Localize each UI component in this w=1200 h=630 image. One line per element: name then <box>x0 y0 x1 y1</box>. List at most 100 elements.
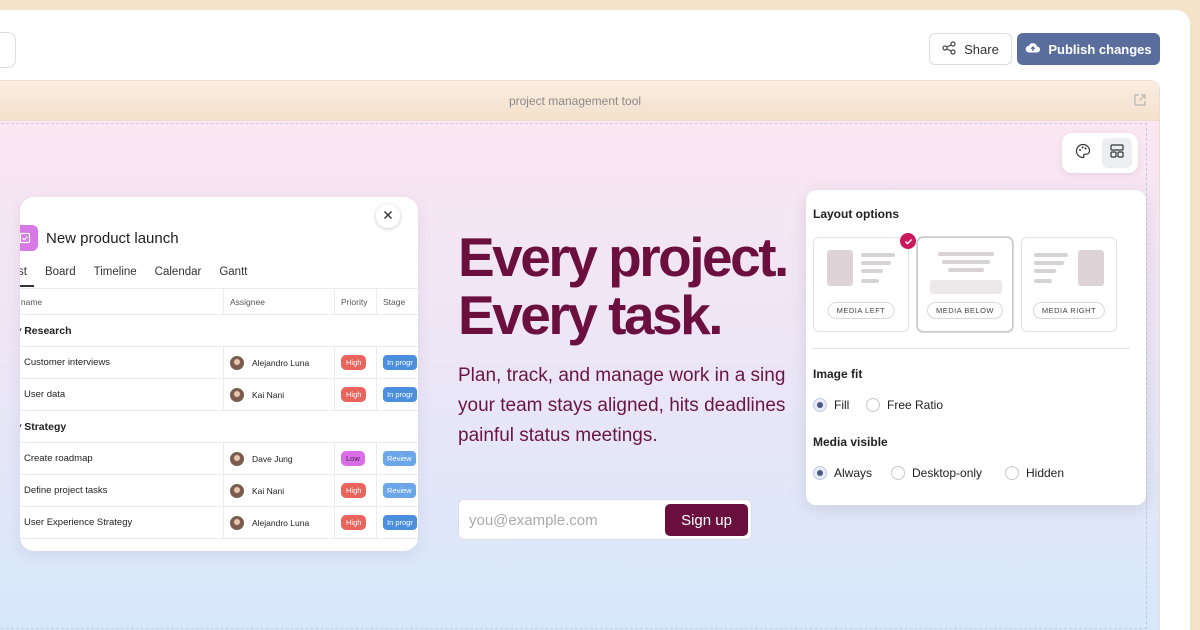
subtext-line-1: Plan, track, and manage work in a sing <box>458 365 786 386</box>
signup-form: Sign up <box>458 499 752 540</box>
priority-badge: High <box>341 387 367 402</box>
layout-option-media-right[interactable]: MEDIA RIGHT <box>1021 237 1117 332</box>
layout-button[interactable] <box>1102 138 1132 168</box>
assignee-name: Kai Nani <box>252 389 285 400</box>
stage-badge: In progr <box>383 355 417 370</box>
text-placeholder <box>861 253 895 257</box>
table-row[interactable]: Define project tasks Kai Nani High Revie… <box>20 475 418 507</box>
project-preview-card: New product launch st Board Timeline Cal… <box>20 197 418 551</box>
publish-label: Publish changes <box>1048 41 1152 57</box>
text-placeholder <box>861 269 883 273</box>
table-row[interactable]: Create roadmap Dave Jung Low Review <box>20 443 418 475</box>
priority-badge: High <box>341 483 367 498</box>
section-header[interactable]: ▾ Strategy <box>20 411 418 443</box>
table-row[interactable]: User Experience Strategy Alejandro Luna … <box>20 507 418 539</box>
section-name: Research <box>24 325 72 337</box>
layout-option-media-below[interactable]: MEDIA BELOW <box>917 237 1013 332</box>
subtext-line-3: painful status meetings. <box>458 425 658 446</box>
project-tabs: st Board Timeline Calendar Gantt <box>20 266 247 278</box>
column-header-stage: Stage <box>376 289 418 314</box>
hero-headline: Every project. Every task. <box>458 226 789 344</box>
priority-cell: Low <box>334 443 376 474</box>
task-name: User data <box>24 389 66 400</box>
headline-line-1: Every project. <box>458 226 789 288</box>
option-label: MEDIA RIGHT <box>1032 302 1106 319</box>
priority-cell: High <box>334 347 376 378</box>
text-placeholder <box>938 252 994 256</box>
radio-button[interactable] <box>891 466 905 480</box>
image-fit-title: Image fit <box>813 367 863 381</box>
media-visible-always-option[interactable]: Always <box>813 466 872 480</box>
text-placeholder <box>1034 253 1068 257</box>
assignee-cell: Alejandro Luna <box>223 507 334 538</box>
radio-label: Free Ratio <box>887 398 944 412</box>
check-icon <box>900 233 916 249</box>
tab-gantt[interactable]: Gantt <box>219 266 247 278</box>
share-button[interactable]: Share <box>929 33 1012 65</box>
task-name: User Experience Strategy <box>24 517 133 528</box>
table-row[interactable]: User data Kai Nani High In progr <box>20 379 418 411</box>
stage-badge: Review <box>383 451 416 466</box>
layout-icon <box>1109 143 1125 164</box>
radio-label: Fill <box>834 398 850 412</box>
priority-cell: High <box>334 507 376 538</box>
radio-button[interactable] <box>1005 466 1019 480</box>
palette-button[interactable] <box>1068 138 1098 168</box>
image-fit-free-ratio-option[interactable]: Free Ratio <box>866 398 943 412</box>
subtext-line-2: your team stays aligned, hits deadlines <box>458 395 786 416</box>
assignee-name: Dave Jung <box>252 453 293 464</box>
media-visible-desktop-only-option[interactable]: Desktop-only <box>891 466 982 480</box>
close-button[interactable] <box>376 204 400 228</box>
avatar <box>230 515 244 530</box>
assignee-name: Alejandro Luna <box>252 357 310 368</box>
section-name: Strategy <box>24 421 67 433</box>
option-label: MEDIA LEFT <box>827 302 895 319</box>
cloud-upload-icon <box>1025 41 1041 58</box>
share-icon <box>942 40 956 58</box>
stage-cell: In progr <box>376 379 418 410</box>
column-header-priority: Priority <box>334 289 376 314</box>
stage-cell: Review <box>376 475 418 506</box>
email-input[interactable] <box>469 504 659 536</box>
layout-option-media-left[interactable]: MEDIA LEFT <box>813 233 916 332</box>
tab-list[interactable]: st <box>20 266 27 278</box>
radio-label: Desktop-only <box>912 466 983 480</box>
tab-calendar[interactable]: Calendar <box>155 266 202 278</box>
panel-divider <box>812 348 1130 349</box>
radio-button[interactable] <box>866 398 880 412</box>
tab-board[interactable]: Board <box>45 266 76 278</box>
radio-button[interactable] <box>813 398 827 412</box>
task-table: sk name Assignee Priority Stage ▾ Resear… <box>20 288 418 539</box>
column-header-assignee: Assignee <box>223 289 334 314</box>
priority-cell: High <box>334 475 376 506</box>
stage-cell: Review <box>376 443 418 474</box>
image-fit-fill-option[interactable]: Fill <box>813 398 849 412</box>
project-icon <box>20 225 38 251</box>
publish-changes-button[interactable]: Publish changes <box>1017 33 1160 65</box>
priority-badge: High <box>341 515 367 530</box>
radio-button[interactable] <box>813 466 827 480</box>
text-placeholder <box>861 261 891 265</box>
back-button[interactable] <box>0 32 16 68</box>
text-placeholder <box>1034 261 1064 265</box>
stage-cell: In progr <box>376 347 418 378</box>
hero-section: New product launch st Board Timeline Cal… <box>0 121 1159 630</box>
section-header[interactable]: ▾ Research <box>20 315 418 347</box>
table-row[interactable]: Customer interviews Alejandro Luna High … <box>20 347 418 379</box>
stage-badge: In progr <box>383 387 417 402</box>
avatar <box>230 355 244 370</box>
media-placeholder <box>1078 250 1104 286</box>
close-icon <box>383 207 393 225</box>
avatar <box>230 451 244 466</box>
sign-up-button[interactable]: Sign up <box>665 504 748 536</box>
media-visible-hidden-option[interactable]: Hidden <box>1005 466 1064 480</box>
tab-timeline[interactable]: Timeline <box>94 266 137 278</box>
avatar <box>230 387 244 402</box>
radio-label: Always <box>834 466 873 480</box>
priority-badge: Low <box>341 451 365 466</box>
assignee-cell: Kai Nani <box>223 379 334 410</box>
assignee-cell: Kai Nani <box>223 475 334 506</box>
task-name: Customer interviews <box>24 357 111 368</box>
external-link-icon[interactable] <box>1133 93 1147 110</box>
option-label: MEDIA BELOW <box>926 302 1004 319</box>
